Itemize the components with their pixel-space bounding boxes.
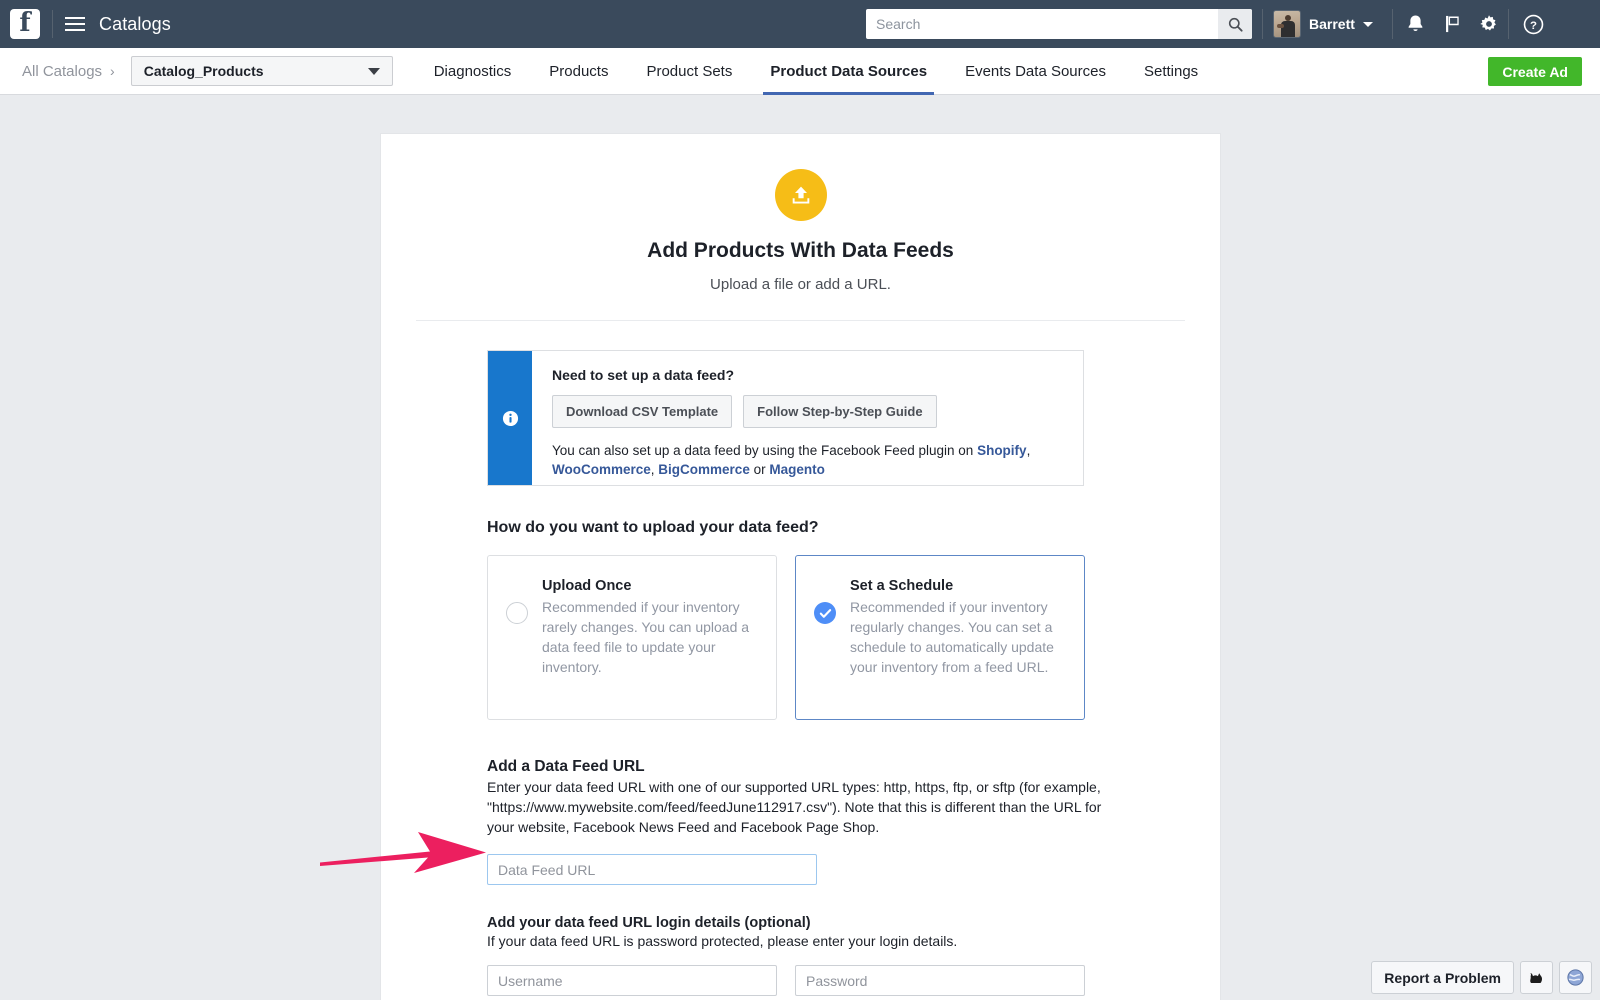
flag-button[interactable] — [1435, 7, 1469, 41]
option-upload-once-desc: Recommended if your inventory rarely cha… — [542, 599, 750, 675]
breadcrumb[interactable]: All Catalogs › — [22, 63, 115, 80]
divider — [416, 320, 1185, 321]
upload-arrow-icon — [792, 186, 809, 204]
facebook-logo-icon[interactable]: f — [10, 9, 40, 39]
data-feed-url-input[interactable] — [487, 854, 817, 885]
option-upload-once-title: Upload Once — [542, 578, 632, 594]
upload-method-options: Upload Once Recommended if your inventor… — [487, 555, 1114, 720]
callout-note: You can also set up a data feed by using… — [552, 441, 1065, 479]
callout-sep-1: , — [1026, 443, 1031, 458]
tab-diagnostics[interactable]: Diagnostics — [415, 48, 531, 95]
bottom-utility-bar: Report a Problem — [1371, 961, 1592, 994]
feed-url-heading: Add a Data Feed URL — [487, 758, 645, 775]
gear-icon — [1480, 15, 1496, 31]
data-feed-info-callout: Need to set up a data feed? Download CSV… — [487, 350, 1084, 486]
globe-button[interactable] — [1559, 961, 1592, 994]
login-details-fields — [487, 965, 1114, 996]
option-set-a-schedule[interactable]: Set a Schedule Recommended if your inven… — [795, 555, 1085, 720]
search-input[interactable] — [866, 10, 1218, 38]
breadcrumb-label: All Catalogs — [22, 62, 103, 80]
callout-heading: Need to set up a data feed? — [552, 367, 735, 383]
chevron-down-icon — [367, 67, 380, 75]
password-input[interactable] — [795, 965, 1085, 996]
upload-icon-badge — [774, 169, 827, 221]
callout-accent-bar — [488, 351, 532, 485]
search-box[interactable] — [866, 9, 1252, 39]
chevron-down-icon — [1362, 21, 1373, 27]
topbar-divider — [52, 10, 53, 38]
search-icon — [1228, 17, 1243, 32]
tab-product-sets[interactable]: Product Sets — [627, 48, 751, 95]
svg-text:?: ? — [1530, 19, 1537, 31]
link-bigcommerce[interactable]: BigCommerce — [658, 462, 750, 477]
help-button[interactable]: ? — [1516, 7, 1550, 41]
flag-icon — [1445, 15, 1459, 33]
topbar-divider-2 — [1262, 9, 1263, 39]
topbar-divider-4 — [1508, 9, 1509, 39]
option-upload-once[interactable]: Upload Once Recommended if your inventor… — [487, 555, 777, 720]
page-subtitle: Upload a file or add a URL. — [710, 276, 891, 293]
hamburger-menu-icon[interactable] — [65, 16, 85, 32]
report-a-problem-button[interactable]: Report a Problem — [1371, 961, 1514, 994]
feed-url-description: Enter your data feed URL with one of our… — [487, 779, 1102, 835]
callout-sep-3: or — [749, 462, 770, 477]
link-woocommerce[interactable]: WooCommerce — [552, 462, 651, 477]
search-button[interactable] — [1218, 9, 1252, 39]
tab-products[interactable]: Products — [530, 48, 627, 95]
tab-settings[interactable]: Settings — [1125, 48, 1217, 95]
data-feed-card: Add Products With Data Feeds Upload a fi… — [380, 133, 1221, 1000]
topbar-divider-3 — [1392, 9, 1393, 39]
cat-silhouette-icon — [1530, 972, 1543, 984]
radio-set-a-schedule[interactable] — [814, 602, 836, 624]
secondary-navigation-bar: All Catalogs › Catalog_Products Diagnost… — [0, 48, 1600, 95]
info-icon — [502, 410, 518, 426]
follow-step-by-step-guide-button[interactable]: Follow Step-by-Step Guide — [743, 395, 937, 428]
tab-product-data-sources[interactable]: Product Data Sources — [751, 48, 946, 95]
top-navigation-bar: f Catalogs Barrett — [0, 0, 1600, 48]
radio-upload-once[interactable] — [506, 602, 528, 624]
tab-events-data-sources[interactable]: Events Data Sources — [946, 48, 1125, 95]
settings-button[interactable] — [1472, 7, 1506, 41]
breadcrumb-chevron-icon: › — [110, 63, 115, 79]
option-set-a-schedule-desc: Recommended if your inventory regularly … — [850, 599, 1054, 675]
nav-tabs: Diagnostics Products Product Sets Produc… — [415, 48, 1217, 95]
username-input[interactable] — [487, 965, 777, 996]
notifications-bell-icon — [1408, 15, 1422, 32]
notifications-button[interactable] — [1398, 7, 1432, 41]
login-details-heading: Add your data feed URL login details (op… — [487, 915, 811, 931]
login-details-description: If your data feed URL is password protec… — [487, 933, 958, 949]
download-csv-template-button[interactable]: Download CSV Template — [552, 395, 733, 428]
option-set-a-schedule-title: Set a Schedule — [850, 578, 954, 594]
callout-note-prefix: You can also set up a data feed by using… — [552, 443, 978, 458]
user-name: Barrett — [1309, 16, 1355, 32]
help-question-icon: ? — [1523, 14, 1543, 34]
create-ad-button[interactable]: Create Ad — [1488, 57, 1582, 86]
cat-button[interactable] — [1520, 961, 1553, 994]
check-icon — [819, 608, 831, 618]
link-magento[interactable]: Magento — [769, 462, 825, 477]
user-menu[interactable]: Barrett — [1273, 10, 1373, 38]
catalog-selector-dropdown[interactable]: Catalog_Products — [130, 56, 393, 86]
catalog-selector-value: Catalog_Products — [143, 63, 264, 79]
link-shopify[interactable]: Shopify — [977, 443, 1027, 458]
app-title: Catalogs — [99, 13, 171, 34]
upload-method-question: How do you want to upload your data feed… — [487, 519, 819, 536]
callout-buttons: Download CSV Template Follow Step-by-Ste… — [552, 395, 1065, 428]
page-title: Add Products With Data Feeds — [647, 239, 954, 262]
avatar — [1273, 10, 1301, 38]
globe-icon — [1567, 969, 1584, 986]
